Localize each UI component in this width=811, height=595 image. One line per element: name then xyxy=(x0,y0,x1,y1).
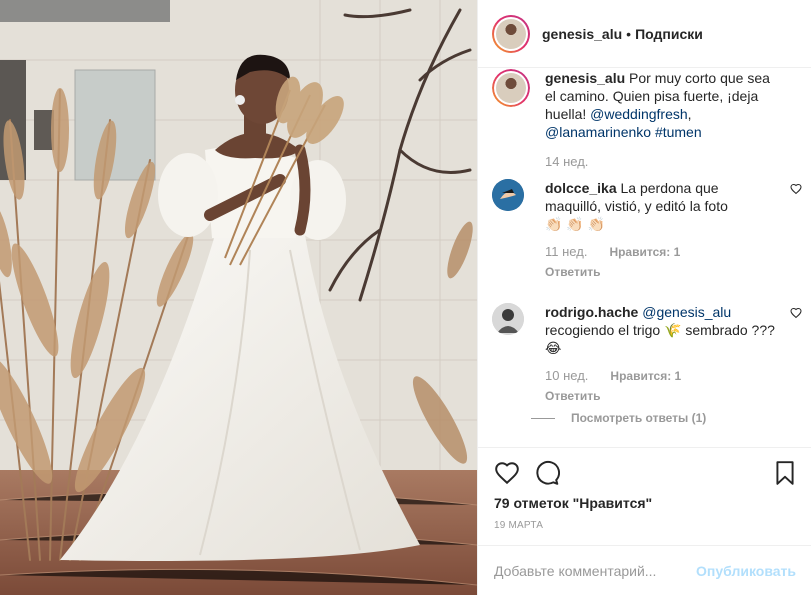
add-comment-bar: Опубликовать xyxy=(478,545,811,595)
comment-time[interactable]: 11 нед. xyxy=(545,243,587,261)
avatar-image xyxy=(496,18,526,49)
avatar-image xyxy=(492,179,524,211)
caption-body: genesis_alu Por muy corto que sea el cam… xyxy=(545,69,777,171)
post-actions: 79 отметок "Нравится" 19 МАРТА xyxy=(478,447,811,545)
comment-emoji: 👏🏻 👏🏻 👏🏻 xyxy=(545,216,606,232)
comment-likes[interactable]: Нравится: 1 xyxy=(610,367,681,385)
author-username[interactable]: genesis_alu xyxy=(542,26,622,42)
comments-list[interactable]: genesis_alu Por muy corto que sea el cam… xyxy=(478,69,811,447)
heart-icon[interactable] xyxy=(790,307,802,319)
comment-icon[interactable] xyxy=(534,460,560,486)
header-separator: • xyxy=(626,25,632,42)
heart-icon[interactable] xyxy=(494,460,520,486)
comment-username[interactable]: dolcce_ika xyxy=(545,180,617,196)
post-sidebar: genesis_alu • Подписки genesis_alu Por m… xyxy=(477,0,811,595)
comment-body: dolcce_ika La perdona que maquilló, vist… xyxy=(545,179,777,281)
post-photo[interactable] xyxy=(0,0,477,595)
bookmark-icon[interactable] xyxy=(772,460,798,486)
publish-button[interactable]: Опубликовать xyxy=(696,563,796,579)
comment-username[interactable]: rodrigo.hache xyxy=(545,304,638,320)
mention-link[interactable]: @lanamarinenko xyxy=(545,124,651,140)
comment-input[interactable] xyxy=(494,562,694,579)
comment-body: rodrigo.hache @genesis_alu recogiendo el… xyxy=(545,303,777,405)
post-date[interactable]: 19 МАРТА xyxy=(494,520,543,531)
caption-avatar[interactable] xyxy=(492,69,530,107)
caption-time[interactable]: 14 нед. xyxy=(545,153,588,171)
mention-link[interactable]: @genesis_alu xyxy=(642,304,731,320)
avatar-image xyxy=(492,303,524,335)
post-header: genesis_alu • Подписки xyxy=(478,0,811,68)
author-avatar[interactable] xyxy=(492,14,530,53)
commenter-avatar[interactable] xyxy=(492,179,524,211)
hashtag-link[interactable]: #tumen xyxy=(655,124,702,140)
view-replies-button[interactable]: Посмотреть ответы (1) xyxy=(531,411,706,425)
comment-text: recogiendo el trigo 🌾 sembrado ??? 😂 xyxy=(545,322,775,356)
comment-time[interactable]: 10 нед. xyxy=(545,367,588,385)
caption-username[interactable]: genesis_alu xyxy=(545,70,625,86)
reply-button[interactable]: Ответить xyxy=(545,387,777,405)
caption-comma: , xyxy=(687,106,692,122)
heart-icon[interactable] xyxy=(790,183,802,195)
likes-count[interactable]: 79 отметок "Нравится" xyxy=(494,495,652,511)
replies-divider xyxy=(531,417,555,419)
reply-button[interactable]: Ответить xyxy=(545,263,777,281)
comment-likes[interactable]: Нравится: 1 xyxy=(609,243,680,261)
view-replies-label: Посмотреть ответы (1) xyxy=(571,411,707,425)
mention-link[interactable]: @weddingfresh xyxy=(590,106,688,122)
commenter-avatar[interactable] xyxy=(492,303,524,335)
bride-photo-illustration xyxy=(0,0,477,595)
following-button[interactable]: Подписки xyxy=(635,26,703,42)
